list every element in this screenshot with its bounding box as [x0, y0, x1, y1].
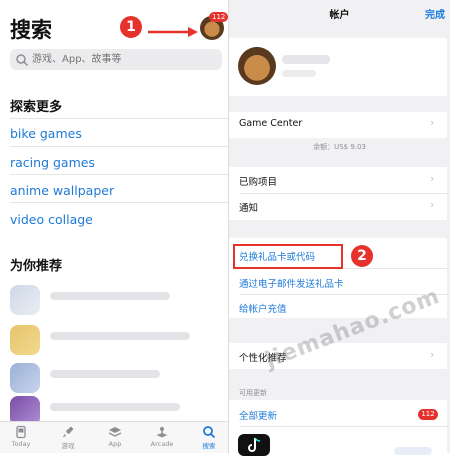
- layers-icon: [108, 427, 122, 437]
- add-funds-link[interactable]: 给帐户充值: [239, 301, 287, 315]
- done-button[interactable]: 完成: [425, 6, 445, 21]
- recommended-app-row[interactable]: [0, 360, 228, 396]
- tab-bar: Today 游戏 App Arcade 搜索: [0, 421, 228, 453]
- blurred-text: [50, 370, 160, 378]
- send-gift-card-link[interactable]: 通过电子邮件发送礼品卡: [239, 276, 344, 290]
- blurred-text: [50, 403, 180, 411]
- page-title: 搜索: [10, 18, 52, 42]
- suggestion-item[interactable]: video collage: [10, 212, 222, 227]
- app-icon: [10, 285, 40, 315]
- tab-arcade[interactable]: Arcade: [141, 425, 183, 448]
- today-icon: [16, 425, 26, 439]
- tab-label: 游戏: [61, 442, 75, 450]
- game-center-label: Game Center: [239, 118, 303, 129]
- app-icon: [10, 325, 40, 355]
- update-all-link[interactable]: 全部更新: [239, 408, 277, 422]
- updates-label: 可用更新: [239, 389, 267, 397]
- search-icon: [16, 53, 29, 66]
- blurred-text: [50, 292, 170, 300]
- recommend-heading: 为你推荐: [10, 259, 63, 274]
- search-screen: 搜索 112 探索更多 bike games racing games anim…: [0, 0, 228, 453]
- discover-heading: 探索更多: [10, 100, 63, 115]
- blurred-text: [50, 332, 190, 340]
- divider: [239, 193, 447, 194]
- divider: [10, 146, 228, 147]
- tab-label: Today: [11, 440, 31, 448]
- tab-games[interactable]: 游戏: [47, 425, 89, 450]
- step-marker-1: 1: [120, 16, 142, 38]
- suggestion-item[interactable]: anime wallpaper: [10, 183, 222, 198]
- divider: [239, 426, 447, 427]
- avatar-badge: 112: [209, 12, 228, 22]
- recommended-app-row[interactable]: [0, 282, 228, 318]
- update-count-badge: 112: [418, 409, 438, 420]
- tab-search[interactable]: 搜索: [188, 425, 228, 450]
- chevron-right-icon: ›: [430, 198, 435, 211]
- divider: [10, 174, 228, 175]
- divider: [10, 118, 228, 119]
- blurred-email: [282, 70, 316, 77]
- chevron-right-icon: ›: [430, 116, 435, 129]
- rocket-icon: [62, 426, 74, 438]
- tab-label: Arcade: [150, 440, 174, 448]
- profile-avatar: [238, 47, 276, 85]
- recommended-app-row[interactable]: [0, 322, 228, 358]
- update-button[interactable]: [394, 447, 432, 455]
- tab-label: 搜索: [202, 442, 216, 450]
- divider: [10, 202, 228, 203]
- search-input[interactable]: [29, 53, 214, 66]
- tab-apps[interactable]: App: [94, 425, 136, 448]
- redeem-highlight-box: [233, 244, 343, 269]
- step-marker-2: 2: [351, 245, 373, 267]
- blurred-name: [282, 55, 330, 64]
- account-title: 帐户: [329, 10, 350, 21]
- purchased-row[interactable]: 已购项目: [239, 174, 277, 188]
- search-icon: [203, 426, 216, 439]
- arrow-right-icon: [148, 27, 198, 37]
- search-field[interactable]: [10, 49, 222, 70]
- suggestion-item[interactable]: racing games: [10, 155, 222, 170]
- arcade-icon: [156, 427, 168, 438]
- suggestion-item[interactable]: bike games: [10, 126, 222, 141]
- notifications-row[interactable]: 通知: [239, 200, 258, 214]
- app-icon: [10, 363, 40, 393]
- tab-today[interactable]: Today: [0, 425, 42, 448]
- chevron-right-icon: ›: [430, 348, 435, 361]
- balance-text: 余额：US$ 9.03: [313, 143, 366, 151]
- tab-label: App: [108, 440, 122, 448]
- chevron-right-icon: ›: [430, 172, 435, 185]
